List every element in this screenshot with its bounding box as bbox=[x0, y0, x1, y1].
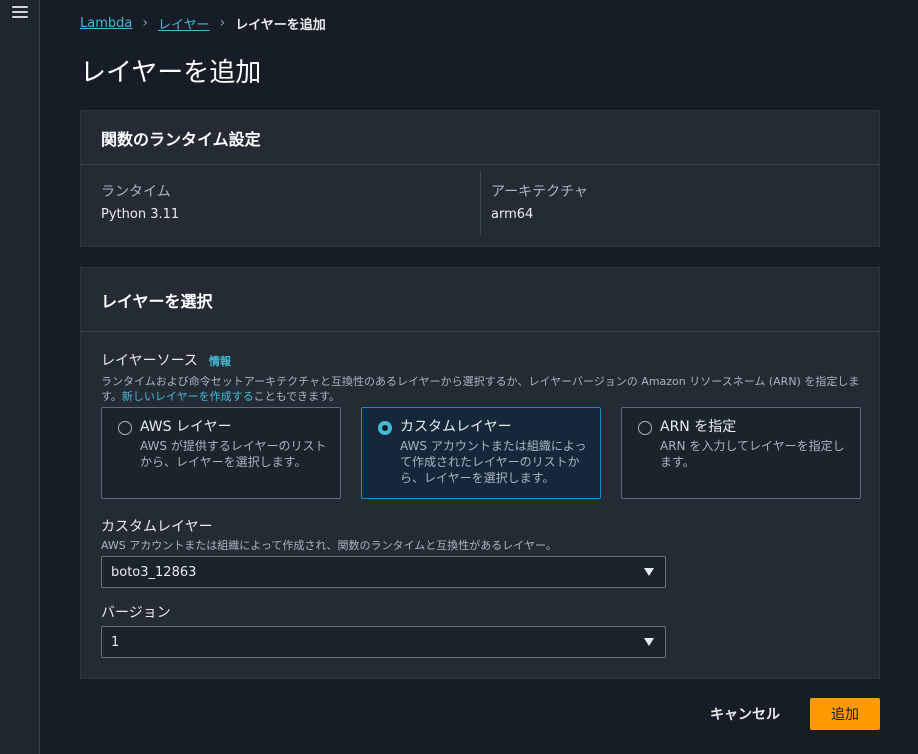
cancel-button[interactable]: キャンセル bbox=[700, 698, 790, 730]
option-title: AWS レイヤー bbox=[140, 419, 232, 435]
option-description: AWS アカウントまたは組織によって作成されたレイヤーのリストから、レイヤーを選… bbox=[400, 439, 587, 485]
description-text-end: こともできます。 bbox=[253, 390, 341, 403]
layer-select-heading: レイヤーを選択 bbox=[81, 268, 879, 332]
add-button[interactable]: 追加 bbox=[810, 698, 880, 730]
breadcrumb-layers[interactable]: レイヤー bbox=[158, 14, 210, 33]
runtime-settings-heading: 関数のランタイム設定 bbox=[81, 111, 879, 165]
info-link[interactable]: 情報 bbox=[209, 355, 231, 368]
breadcrumb-current: レイヤーを追加 bbox=[235, 17, 326, 33]
custom-layer-select[interactable]: boto3_12863 bbox=[101, 556, 666, 588]
runtime-label: ランタイム bbox=[101, 184, 171, 200]
option-title: ARN を指定 bbox=[660, 419, 737, 435]
custom-layer-field: カスタムレイヤー AWS アカウントまたは組織によって作成され、関数のランタイム… bbox=[101, 516, 861, 588]
layer-source-label: レイヤーソース bbox=[101, 353, 198, 369]
layer-source-description: ランタイムおよび命令セットアーキテクチャと互換性のあるレイヤーから選択するか、レ… bbox=[101, 374, 871, 404]
architecture-column: アーキテクチャ arm64 bbox=[481, 171, 881, 236]
custom-layer-description: AWS アカウントまたは組織によって作成され、関数のランタイムと互換性があるレイ… bbox=[101, 539, 557, 552]
version-label: バージョン bbox=[101, 605, 171, 621]
layer-source-section: レイヤーソース 情報 ランタイムおよび命令セットアーキテクチャと互換性のあるレイ… bbox=[101, 350, 871, 404]
chevron-right-icon: › bbox=[142, 15, 148, 31]
hamburger-menu-icon[interactable] bbox=[12, 6, 28, 20]
layer-source-options: AWS レイヤー AWS が提供するレイヤーのリストから、レイヤーを選択します。… bbox=[101, 407, 861, 499]
option-title: カスタムレイヤー bbox=[400, 419, 512, 435]
layer-select-panel: レイヤーを選択 レイヤーソース 情報 ランタイムおよび命令セットアーキテクチャと… bbox=[80, 267, 880, 679]
caret-down-icon bbox=[644, 568, 654, 576]
radio-icon[interactable] bbox=[118, 421, 132, 435]
architecture-value: arm64 bbox=[491, 207, 534, 222]
breadcrumb-lambda[interactable]: Lambda bbox=[80, 16, 132, 31]
custom-layer-value: boto3_12863 bbox=[111, 564, 197, 580]
sidebar bbox=[0, 0, 40, 754]
runtime-value: Python 3.11 bbox=[101, 207, 180, 222]
architecture-label: アーキテクチャ bbox=[491, 184, 589, 200]
page-title: レイヤーを追加 bbox=[80, 58, 262, 88]
create-layer-link[interactable]: 新しいレイヤーを作成する bbox=[122, 390, 254, 403]
option-aws-layers[interactable]: AWS レイヤー AWS が提供するレイヤーのリストから、レイヤーを選択します。 bbox=[101, 407, 341, 499]
option-specify-arn[interactable]: ARN を指定 ARN を入力してレイヤーを指定します。 bbox=[621, 407, 861, 499]
option-description: AWS が提供するレイヤーのリストから、レイヤーを選択します。 bbox=[140, 439, 327, 469]
runtime-column: ランタイム Python 3.11 bbox=[81, 171, 481, 236]
radio-icon[interactable] bbox=[638, 421, 652, 435]
option-description: ARN を入力してレイヤーを指定します。 bbox=[660, 439, 845, 469]
chevron-right-icon: › bbox=[219, 15, 226, 31]
version-value: 1 bbox=[111, 634, 120, 650]
version-field: バージョン 1 bbox=[101, 602, 861, 660]
breadcrumb: Lambda › レイヤー › レイヤーを追加 bbox=[80, 14, 326, 33]
caret-down-icon bbox=[644, 638, 654, 646]
runtime-settings-panel: 関数のランタイム設定 ランタイム Python 3.11 アーキテクチャ arm… bbox=[80, 110, 880, 247]
version-select[interactable]: 1 bbox=[101, 626, 666, 658]
radio-selected-icon[interactable] bbox=[378, 421, 392, 435]
option-custom-layers[interactable]: カスタムレイヤー AWS アカウントまたは組織によって作成されたレイヤーのリスト… bbox=[361, 407, 601, 499]
custom-layer-label: カスタムレイヤー bbox=[101, 519, 213, 535]
